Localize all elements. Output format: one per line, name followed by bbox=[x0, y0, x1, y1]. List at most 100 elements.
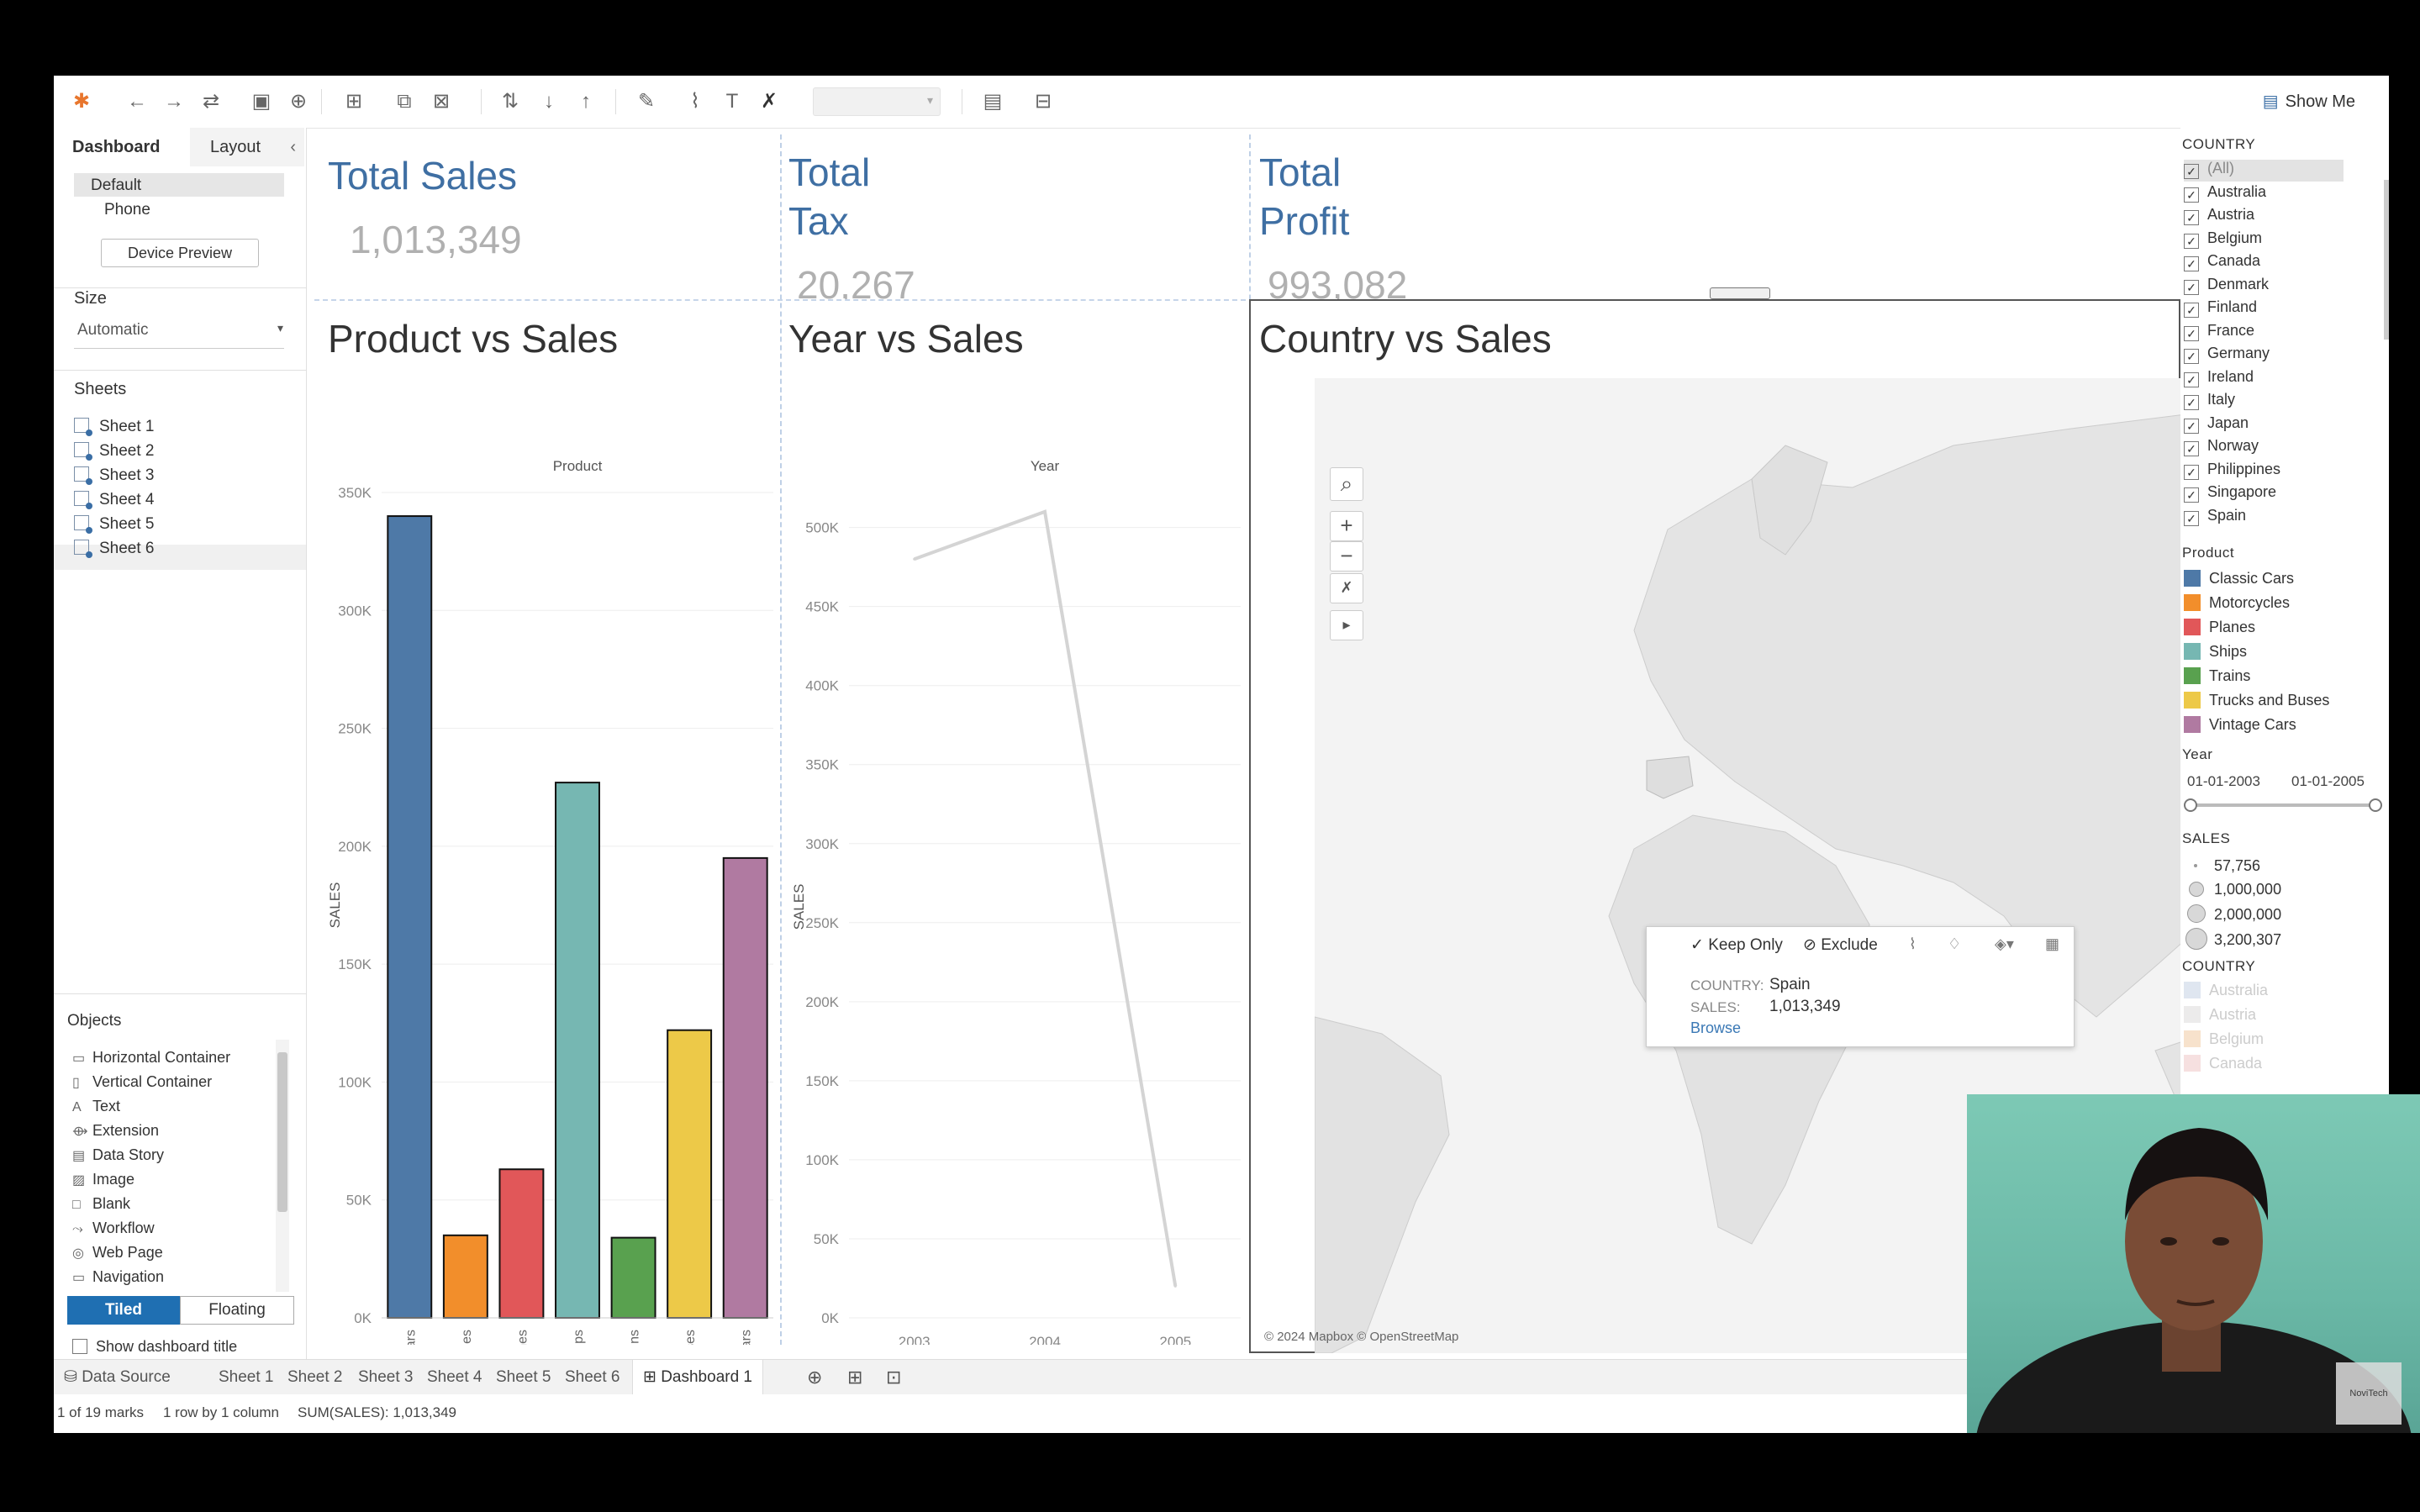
data-source-tab[interactable]: ⛁ Data Source bbox=[64, 1360, 171, 1395]
object-horizontal-container[interactable]: ▭ Horizontal Container bbox=[72, 1049, 230, 1067]
checkbox-checked-icon[interactable]: ✓ bbox=[2184, 395, 2199, 410]
keep-only-button[interactable]: ✓ Keep Only bbox=[1690, 935, 1783, 955]
add-datasource-icon[interactable]: ⊕ bbox=[287, 91, 309, 113]
country-filter-item[interactable]: ✓ Philippines bbox=[2184, 461, 2280, 482]
sheet-list-item[interactable]: Sheet 2 bbox=[74, 442, 155, 461]
clear-sheet-icon[interactable]: ⊠ bbox=[430, 91, 452, 113]
sheet-list-item[interactable]: Sheet 1 bbox=[74, 418, 155, 436]
resize-handle[interactable] bbox=[1710, 287, 1770, 299]
save-icon[interactable]: ▣ bbox=[250, 91, 272, 113]
sheet-tab[interactable]: Sheet 6 bbox=[565, 1360, 620, 1395]
checkbox-checked-icon[interactable]: ✓ bbox=[2184, 256, 2199, 271]
slider-handle-end[interactable] bbox=[2369, 798, 2382, 812]
clear-filter-icon[interactable]: ✗ bbox=[758, 91, 780, 113]
checkbox-checked-icon[interactable]: ✓ bbox=[2184, 187, 2199, 203]
reset-map-button[interactable]: ✗ bbox=[1330, 573, 1363, 603]
create-set-icon[interactable]: ♢ bbox=[1948, 935, 1961, 953]
object-data-story[interactable]: ▤ Data Story bbox=[72, 1146, 164, 1164]
sheet-tab[interactable]: Sheet 2 bbox=[287, 1360, 343, 1395]
scrollbar-thumb[interactable] bbox=[277, 1052, 287, 1212]
country-highlight-item[interactable]: Australia bbox=[2184, 982, 2268, 999]
slider-handle-start[interactable] bbox=[2184, 798, 2197, 812]
group-icon[interactable]: ⌇ bbox=[1909, 935, 1916, 953]
sheet-list-item[interactable]: Sheet 4 bbox=[74, 491, 155, 509]
zoom-in-button[interactable]: + bbox=[1330, 511, 1363, 541]
object-navigation[interactable]: ▭ Navigation bbox=[72, 1268, 164, 1286]
product-legend-item[interactable]: Trucks and Buses bbox=[2184, 692, 2329, 709]
map-tools-toggle[interactable]: ▸ bbox=[1330, 610, 1363, 640]
object-vertical-container[interactable]: ▯ Vertical Container bbox=[72, 1073, 212, 1091]
tableau-logo-icon[interactable]: ✱ bbox=[71, 91, 92, 113]
view-data-icon[interactable]: ▦ bbox=[2045, 935, 2059, 953]
new-dashboard-icon[interactable]: ⊞ bbox=[847, 1360, 862, 1395]
country-filter-item[interactable]: ✓ France bbox=[2184, 322, 2254, 344]
checkbox-checked-icon[interactable]: ✓ bbox=[2184, 303, 2199, 318]
country-filter-item[interactable]: ✓ Norway bbox=[2184, 437, 2259, 459]
country-filter-item[interactable]: ✓ Austria bbox=[2184, 206, 2254, 228]
sort-ascending-icon[interactable]: ↓ bbox=[538, 91, 560, 113]
text-format-icon[interactable]: T bbox=[721, 91, 743, 113]
country-filter-item[interactable]: ✓ Germany bbox=[2184, 345, 2270, 366]
object-extension[interactable]: ⟴ Extension bbox=[72, 1122, 159, 1140]
browse-link[interactable]: Browse bbox=[1690, 1019, 1741, 1037]
tab-dashboard[interactable]: Dashboard bbox=[72, 128, 198, 169]
checkbox-checked-icon[interactable]: ✓ bbox=[2184, 441, 2199, 456]
checkbox-checked-icon[interactable]: ✓ bbox=[2184, 325, 2199, 341]
object-text[interactable]: A Text bbox=[72, 1098, 120, 1115]
product-legend-item[interactable]: Motorcycles bbox=[2184, 594, 2290, 612]
show-title-checkbox[interactable]: Show dashboard title bbox=[72, 1338, 237, 1356]
sort-descending-icon[interactable]: ↑ bbox=[575, 91, 597, 113]
object-blank[interactable]: □ Blank bbox=[72, 1195, 130, 1213]
more-actions-icon[interactable]: ◈▾ bbox=[1995, 935, 2014, 953]
country-filter-item[interactable]: ✓ Canada bbox=[2184, 252, 2260, 274]
checkbox-checked-icon[interactable]: ✓ bbox=[2184, 418, 2199, 434]
presentation-icon[interactable]: ⊟ bbox=[1032, 91, 1054, 113]
country-filter-item[interactable]: ✓ Ireland bbox=[2184, 368, 2254, 390]
object-image[interactable]: ▨ Image bbox=[72, 1171, 134, 1188]
redo-icon[interactable]: → bbox=[163, 91, 185, 113]
sheet-tab[interactable]: Sheet 1 bbox=[219, 1360, 274, 1395]
checkbox-checked-icon[interactable]: ✓ bbox=[2184, 279, 2199, 295]
sheet-tab[interactable]: Sheet 5 bbox=[496, 1360, 551, 1395]
dashboard-tab-active[interactable]: ⊞ Dashboard 1 bbox=[632, 1360, 763, 1395]
checkbox-checked-icon[interactable]: ✓ bbox=[2184, 487, 2199, 503]
product-legend-item[interactable]: Planes bbox=[2184, 619, 2255, 636]
country-filter-item[interactable]: ✓ Finland bbox=[2184, 298, 2257, 320]
checkbox-checked-icon[interactable]: ✓ bbox=[2184, 464, 2199, 480]
size-dropdown[interactable]: Automatic ▾ bbox=[77, 321, 283, 340]
floating-button[interactable]: Floating bbox=[180, 1296, 294, 1325]
product-legend-item[interactable]: Vintage Cars bbox=[2184, 716, 2296, 734]
product-legend-item[interactable]: Classic Cars bbox=[2184, 570, 2294, 587]
country-filter-item[interactable]: ✓ Singapore bbox=[2184, 483, 2276, 505]
device-default[interactable]: Default bbox=[91, 176, 141, 195]
undo-icon[interactable]: ← bbox=[126, 91, 148, 113]
year-range-slider[interactable] bbox=[2189, 803, 2374, 807]
country-filter-item[interactable]: ✓ (All) bbox=[2184, 160, 2344, 182]
device-phone[interactable]: Phone bbox=[104, 201, 150, 219]
swap-icon[interactable]: ⇅ bbox=[499, 91, 521, 113]
country-filter-item[interactable]: ✓ Belgium bbox=[2184, 229, 2262, 251]
country-filter-item[interactable]: ✓ Japan bbox=[2184, 414, 2249, 436]
checkbox-checked-icon[interactable]: ✓ bbox=[2184, 210, 2199, 225]
collapse-icon[interactable]: ‹ bbox=[290, 128, 296, 166]
product-legend-item[interactable]: Ships bbox=[2184, 643, 2247, 661]
checkbox-checked-icon[interactable]: ✓ bbox=[2184, 371, 2199, 387]
map-search-button[interactable]: ⌕ bbox=[1330, 467, 1363, 501]
sheet-tab[interactable]: Sheet 3 bbox=[358, 1360, 414, 1395]
sheet-list-item[interactable]: Sheet 6 bbox=[74, 540, 155, 558]
object-workflow[interactable]: ⤳ Workflow bbox=[72, 1220, 155, 1237]
country-filter-item[interactable]: ✓ Denmark bbox=[2184, 276, 2269, 298]
device-preview-button[interactable]: Device Preview bbox=[101, 239, 259, 267]
zoom-out-button[interactable]: − bbox=[1330, 541, 1363, 572]
object-web-page[interactable]: ◎ Web Page bbox=[72, 1244, 163, 1262]
checkbox-checked-icon[interactable]: ✓ bbox=[2184, 164, 2199, 179]
filter-scrollbar[interactable] bbox=[2384, 180, 2389, 340]
country-filter-item[interactable]: ✓ Spain bbox=[2184, 507, 2246, 529]
labels-icon[interactable]: ▤ bbox=[982, 91, 1004, 113]
country-filter-item[interactable]: ✓ Italy bbox=[2184, 391, 2235, 413]
sheet-tab[interactable]: Sheet 4 bbox=[427, 1360, 482, 1395]
product-legend-item[interactable]: Trains bbox=[2184, 667, 2250, 685]
exclude-button[interactable]: ⊘ Exclude bbox=[1803, 935, 1878, 955]
checkbox-checked-icon[interactable]: ✓ bbox=[2184, 349, 2199, 364]
fit-dropdown[interactable]: ▾ bbox=[813, 87, 941, 116]
